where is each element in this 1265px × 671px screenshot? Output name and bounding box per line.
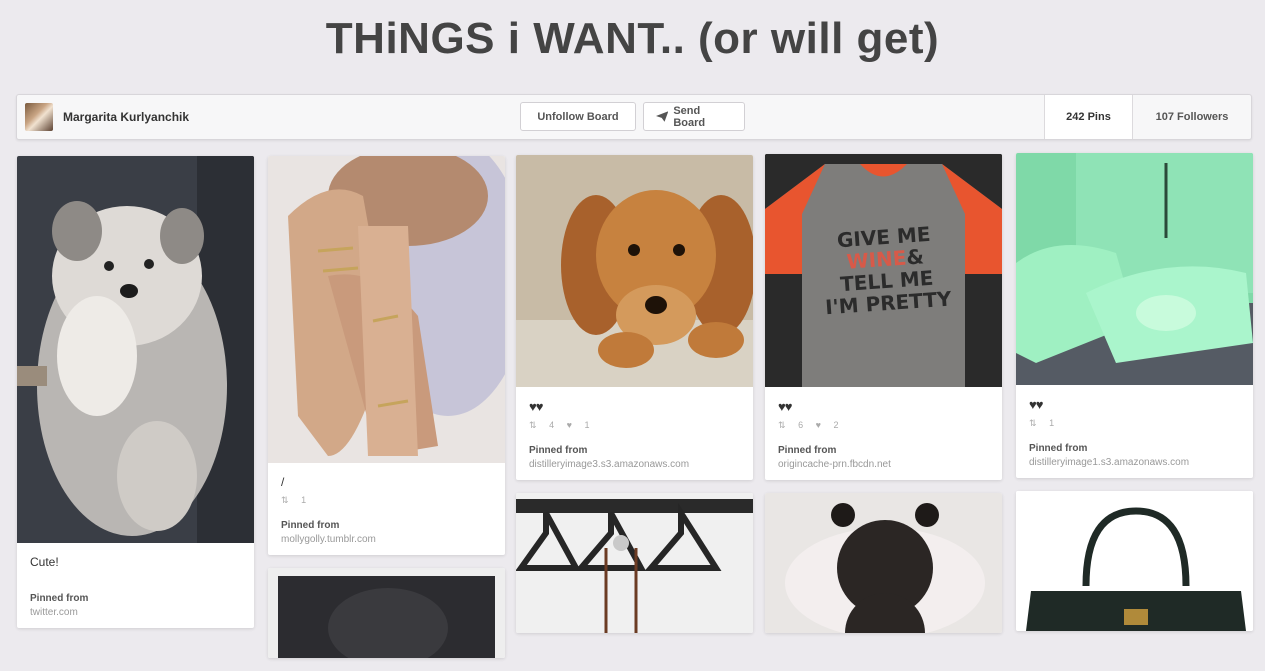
send-board-button[interactable]: Send Board — [643, 102, 745, 131]
pin-source-link[interactable]: distilleryimage3.s3.amazonaws.com — [529, 459, 740, 470]
pin-stats: ⇅ 1 — [1029, 418, 1240, 429]
pin-column-5: ♥♥ ⇅ 1 Pinned from distilleryimage1.s3.a… — [1016, 153, 1253, 644]
board-title: THiNGS i WANT.. (or will get) — [325, 14, 940, 63]
pinned-from-label: Pinned from — [30, 593, 89, 604]
pin-stats: ⇅ 6 ♥ 2 — [778, 420, 989, 431]
pin-source-link[interactable]: twitter.com — [30, 607, 241, 618]
tshirt-print: GIVE ME WINE& TELL ME I'M PRETTY — [818, 222, 954, 319]
repin-icon: ⇅ — [1029, 418, 1037, 428]
repin-icon: ⇅ — [281, 495, 289, 505]
pinned-from-label: Pinned from — [778, 445, 837, 456]
pin-image-puppy-white[interactable] — [17, 156, 254, 543]
pin-source-link[interactable]: origincache-prn.fbcdn.net — [778, 459, 989, 470]
pin-stats: ⇅ 1 — [281, 495, 492, 506]
repin-icon: ⇅ — [529, 420, 537, 430]
pin-image-handbag[interactable] — [1016, 491, 1253, 631]
pin-source-link[interactable]: mollygolly.tumblr.com — [281, 534, 492, 545]
pin-column-2: / ⇅ 1 Pinned from mollygolly.tumblr.com — [268, 156, 505, 671]
pin-image-tshirt[interactable]: GIVE ME WINE& TELL ME I'M PRETTY — [765, 154, 1002, 387]
pin-source-link[interactable]: distilleryimage1.s3.amazonaws.com — [1029, 457, 1240, 468]
send-board-label: Send Board — [673, 104, 706, 129]
repin-count: 1 — [1049, 418, 1055, 428]
pin-image-pug-tutu[interactable] — [765, 493, 1002, 633]
pinned-from-label: Pinned from — [1029, 443, 1088, 454]
pin-card[interactable] — [1016, 491, 1253, 631]
pin-image-sneakers[interactable] — [1016, 153, 1253, 385]
pin-description: ♥♥ — [529, 399, 543, 414]
repin-count: 4 — [549, 420, 555, 430]
pin-description: ♥♥ — [778, 399, 792, 414]
pin-image-hangers[interactable] — [516, 493, 753, 633]
pin-card[interactable]: GIVE ME WINE& TELL ME I'M PRETTY ♥♥ ⇅ 6 … — [765, 154, 1002, 480]
pins-count-tab[interactable]: 242 Pins — [1044, 95, 1132, 139]
pin-description: Cute! — [30, 555, 59, 569]
pin-image-dark[interactable] — [268, 568, 505, 658]
pin-card[interactable]: Cute! Pinned from twitter.com — [17, 156, 254, 628]
repin-count: 1 — [301, 495, 307, 505]
followers-count: 107 Followers — [1155, 111, 1229, 123]
owner-name[interactable]: Margarita Kurlyanchik — [63, 110, 189, 124]
pins-count: 242 Pins — [1066, 111, 1111, 123]
followers-count-tab[interactable]: 107 Followers — [1132, 95, 1251, 139]
pin-card[interactable]: ♥♥ ⇅ 4 ♥ 1 Pinned from distilleryimage3.… — [516, 155, 753, 480]
unfollow-board-label: Unfollow Board — [537, 110, 619, 123]
like-count: 2 — [833, 420, 839, 430]
board-owner[interactable]: Margarita Kurlyanchik — [25, 103, 189, 131]
pin-column-3: ♥♥ ⇅ 4 ♥ 1 Pinned from distilleryimage3.… — [516, 155, 753, 646]
pin-description: / — [281, 475, 285, 489]
heart-icon: ♥ — [566, 420, 572, 430]
pin-column-4: GIVE ME WINE& TELL ME I'M PRETTY ♥♥ ⇅ 6 … — [765, 154, 1002, 646]
pin-card[interactable] — [516, 493, 753, 633]
repin-icon: ⇅ — [778, 420, 786, 430]
like-count: 1 — [584, 420, 590, 430]
pin-card[interactable] — [765, 493, 1002, 633]
pin-image-hands-rings[interactable] — [268, 156, 505, 463]
board-header: Margarita Kurlyanchik Unfollow Board Sen… — [16, 94, 1252, 140]
repin-count: 6 — [798, 420, 804, 430]
pin-card[interactable]: ♥♥ ⇅ 1 Pinned from distilleryimage1.s3.a… — [1016, 153, 1253, 478]
pin-description: ♥♥ — [1029, 397, 1043, 412]
pin-card[interactable]: / ⇅ 1 Pinned from mollygolly.tumblr.com — [268, 156, 505, 555]
heart-icon: ♥ — [815, 420, 821, 430]
pin-image-puppy-brown[interactable] — [516, 155, 753, 387]
unfollow-board-button[interactable]: Unfollow Board — [520, 102, 636, 131]
pin-column-1: Cute! Pinned from twitter.com — [17, 156, 254, 641]
paper-plane-icon — [656, 111, 669, 122]
pinned-from-label: Pinned from — [281, 520, 340, 531]
avatar[interactable] — [25, 103, 53, 131]
pinned-from-label: Pinned from — [529, 445, 588, 456]
pin-card[interactable] — [268, 568, 505, 658]
pin-stats: ⇅ 4 ♥ 1 — [529, 420, 740, 431]
